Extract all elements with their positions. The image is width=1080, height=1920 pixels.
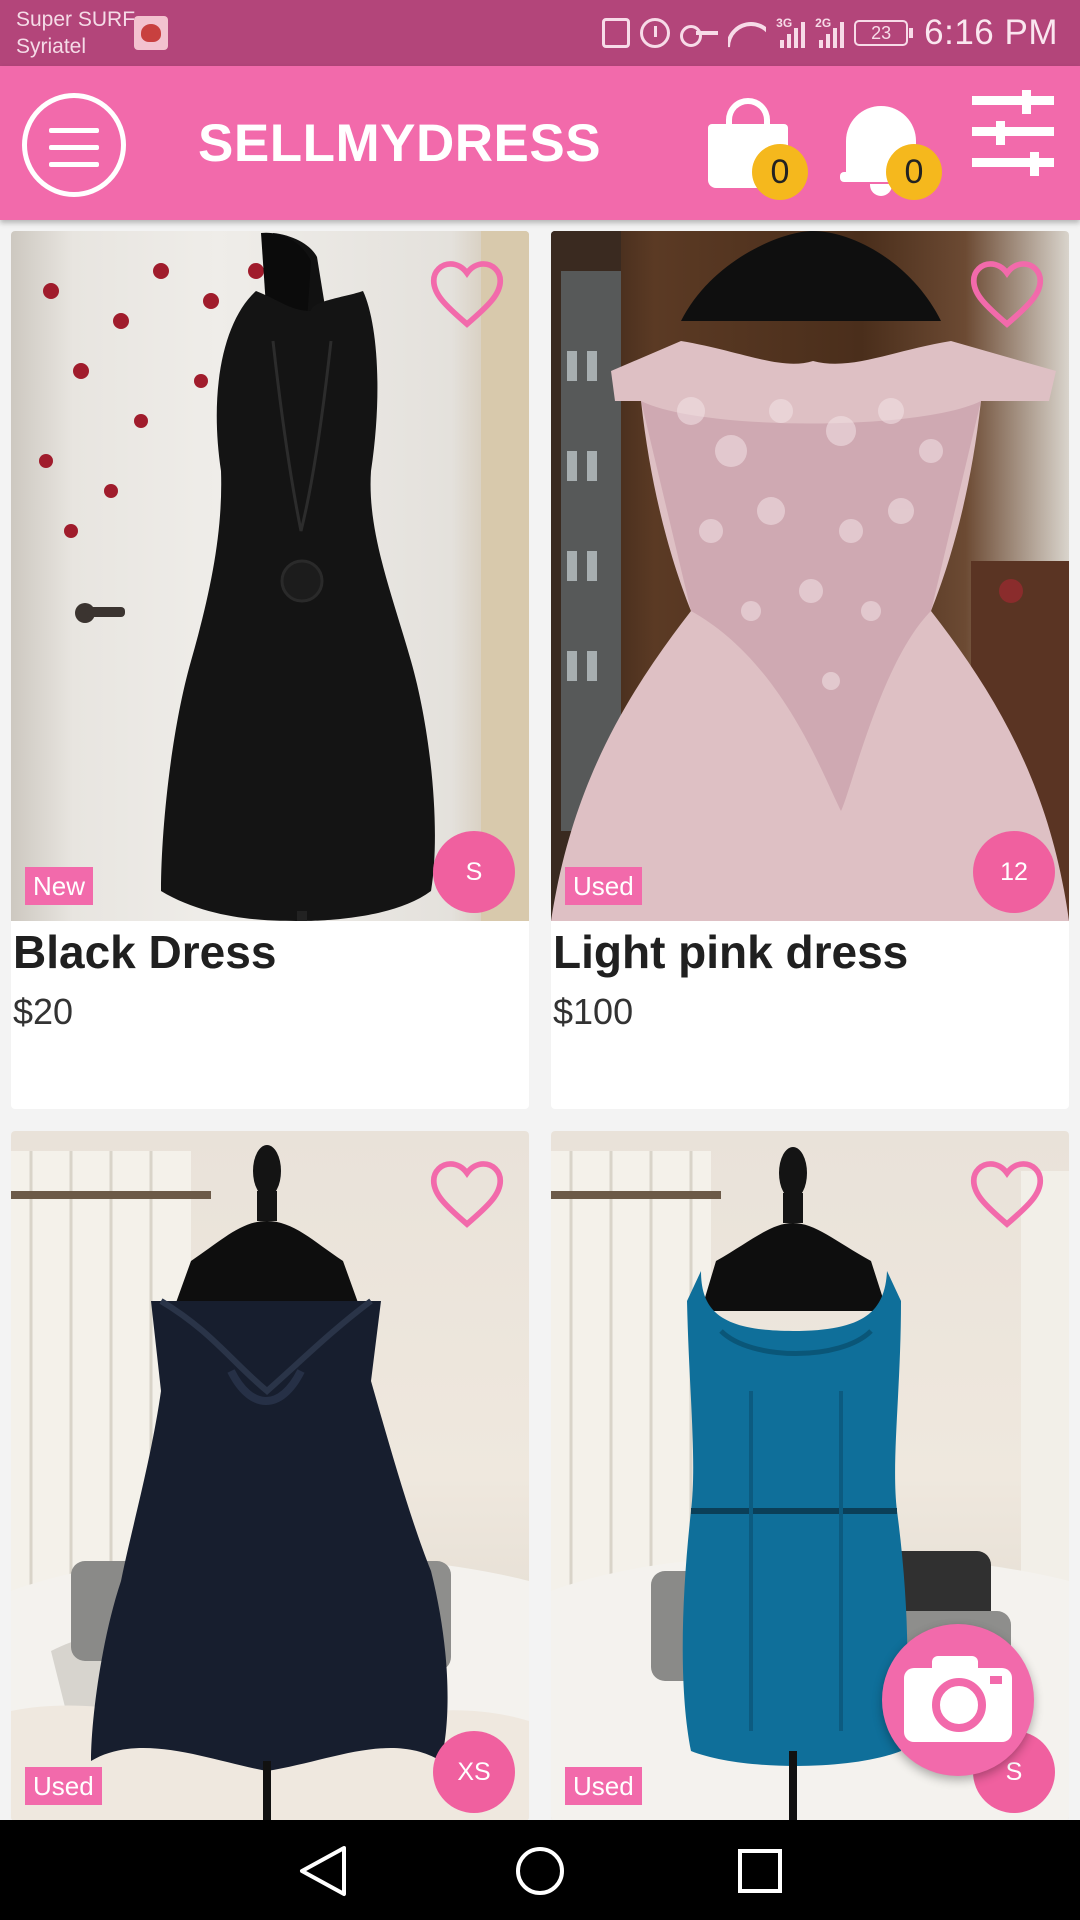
recents-icon [738,1849,782,1893]
heart-icon[interactable] [969,1159,1045,1229]
status-icons: 3G 2G 23 6:16 PM [602,0,1058,66]
notification-count-badge: 0 [886,144,942,200]
notifications-button[interactable]: 0 [840,86,944,206]
home-icon [516,1847,564,1895]
status-bar: Super SURF Syriatel 3G 2G 23 6:16 PM [0,0,1080,66]
cart-count-badge: 0 [752,144,808,200]
listing-photo[interactable]: Used 12 [551,231,1069,921]
heart-icon[interactable] [969,259,1045,329]
dress-image [551,231,1069,921]
signal-3g-icon: 3G [776,16,806,48]
signal-2g-icon: 2G [815,16,845,48]
wifi-icon [728,18,766,48]
condition-tag: Used [25,1767,102,1805]
app-title: SELLMYDRESS [198,114,602,173]
size-badge: S [433,831,515,913]
app-notification-icon [134,16,168,50]
heart-icon[interactable] [429,1159,505,1229]
alarm-icon [640,18,671,48]
back-icon [300,1846,346,1896]
listing-card[interactable]: Used 12 Light pink dress $100 [551,231,1069,1109]
dress-image [11,1145,529,1821]
vibrate-icon [602,18,631,48]
menu-icon [49,128,99,133]
filter-line [972,96,1054,105]
vpn-key-icon [680,25,719,47]
carrier-operator: Syriatel [16,35,87,58]
condition-tag: Used [565,1767,642,1805]
dress-image [39,231,529,921]
listing-card[interactable]: Used XS [11,1131,529,1821]
filter-knob [1022,90,1031,114]
menu-icon-line [49,162,99,167]
camera-icon-flash [990,1676,1002,1684]
status-time: 6:16 PM [924,13,1058,52]
filter-button[interactable] [968,90,1058,176]
listing-title[interactable]: Light pink dress [553,925,908,979]
recents-button[interactable] [690,1820,830,1920]
filter-knob [996,121,1005,145]
app-bar: SELLMYDRESS 0 0 [0,66,1080,220]
carrier-info: Super SURF Syriatel [16,6,135,60]
filter-line [972,158,1054,167]
size-badge: 12 [973,831,1055,913]
battery-icon: 23 [854,20,914,46]
listing-price: $100 [553,991,634,1032]
listing-photo[interactable]: New S [11,231,529,921]
menu-button[interactable] [22,93,126,197]
cart-button[interactable]: 0 [706,86,810,206]
condition-tag: Used [565,867,642,905]
heart-icon[interactable] [429,259,505,329]
listing-photo[interactable]: Used XS [11,1131,529,1821]
filter-line [972,127,1054,136]
back-button[interactable] [252,1820,392,1920]
listing-title[interactable]: Black Dress [13,925,276,979]
condition-tag: New [25,867,94,905]
home-button[interactable] [470,1820,610,1920]
listing-price: $20 [13,991,74,1032]
listing-card[interactable]: New S Black Dress $20 [11,231,529,1109]
camera-fab-button[interactable] [882,1624,1034,1776]
camera-icon-lens [932,1678,986,1732]
menu-icon-line [49,145,99,150]
filter-knob [1030,152,1039,176]
size-badge: XS [433,1731,515,1813]
system-nav-bar [0,1820,1080,1920]
carrier-name: Super SURF [16,8,136,31]
